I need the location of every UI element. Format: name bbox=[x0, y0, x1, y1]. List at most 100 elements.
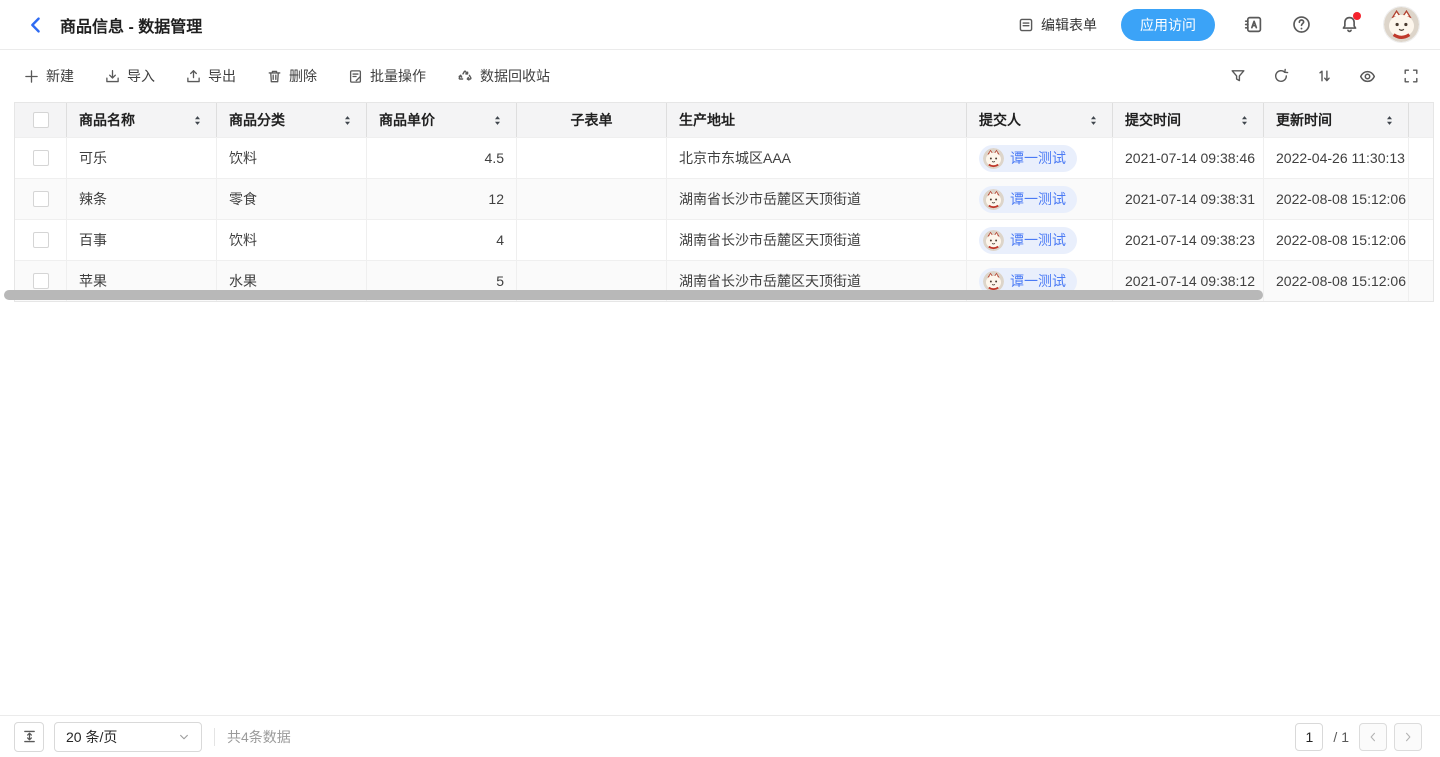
cell-spacer bbox=[1409, 261, 1433, 301]
notifications-button[interactable] bbox=[1340, 15, 1359, 34]
column-header-address[interactable]: 生产地址 bbox=[667, 103, 967, 137]
chevron-left-icon bbox=[1367, 731, 1379, 743]
cell-submit-time: 2021-07-14 09:38:23 bbox=[1113, 220, 1264, 260]
submitter-chip: 谭一测试 bbox=[979, 186, 1077, 213]
trash-icon bbox=[267, 69, 282, 84]
chevron-right-icon bbox=[1402, 731, 1414, 743]
visibility-eye-icon bbox=[1359, 68, 1376, 85]
filter-icon bbox=[1230, 68, 1246, 84]
cell-submitter: 谭一测试 bbox=[967, 220, 1113, 260]
fullscreen-icon bbox=[1403, 68, 1419, 84]
current-page-box[interactable]: 1 bbox=[1295, 723, 1323, 751]
row-height-button[interactable] bbox=[14, 722, 44, 752]
cell-spacer bbox=[1409, 220, 1433, 260]
top-bar: 商品信息 - 数据管理 编辑表单 应用访问 bbox=[0, 0, 1440, 50]
edit-form-button[interactable]: 编辑表单 bbox=[1018, 15, 1097, 35]
data-table: 商品名称 商品分类 商品单价 子表单 生产地址 提交人 提交时间 更新时间 bbox=[14, 102, 1434, 302]
filter-button[interactable] bbox=[1230, 68, 1246, 84]
column-header-update-time[interactable]: 更新时间 bbox=[1264, 103, 1409, 137]
column-label: 商品分类 bbox=[229, 110, 285, 130]
column-header-name[interactable]: 商品名称 bbox=[67, 103, 217, 137]
bottom-bar: 20 条/页 共4条数据 1 / 1 bbox=[0, 715, 1440, 757]
table-row[interactable]: 百事 饮料 4 湖南省长沙市岳麓区天顶街道 谭一测试 2021-07-14 09… bbox=[15, 219, 1433, 260]
cell-update-time: 2022-08-08 15:12:06 bbox=[1264, 220, 1409, 260]
prev-page-button[interactable] bbox=[1359, 723, 1387, 751]
cell-price: 12 bbox=[367, 179, 517, 219]
sort-caret-icon[interactable] bbox=[1087, 114, 1100, 127]
sort-icon bbox=[1316, 68, 1332, 84]
column-header-price[interactable]: 商品单价 bbox=[367, 103, 517, 137]
cell-submit-time: 2021-07-14 09:38:31 bbox=[1113, 179, 1264, 219]
column-header-subform[interactable]: 子表单 bbox=[517, 103, 667, 137]
recycle-bin-label: 数据回收站 bbox=[480, 66, 550, 86]
back-button[interactable] bbox=[26, 15, 46, 35]
row-checkbox[interactable] bbox=[33, 273, 49, 289]
new-button[interactable]: 新建 bbox=[24, 66, 74, 86]
submitter-name: 谭一测试 bbox=[1010, 189, 1066, 209]
edit-form-label: 编辑表单 bbox=[1041, 15, 1097, 35]
cell-name: 辣条 bbox=[67, 179, 217, 219]
sort-caret-icon[interactable] bbox=[341, 114, 354, 127]
column-label: 提交人 bbox=[979, 110, 1021, 130]
batch-operation-button[interactable]: 批量操作 bbox=[348, 66, 426, 86]
column-label: 生产地址 bbox=[679, 110, 735, 130]
cell-name: 百事 bbox=[67, 220, 217, 260]
submitter-name: 谭一测试 bbox=[1010, 271, 1066, 291]
column-label: 商品单价 bbox=[379, 110, 435, 130]
cell-category: 饮料 bbox=[217, 220, 367, 260]
page-size-value: 20 条/页 bbox=[66, 727, 117, 747]
column-header-category[interactable]: 商品分类 bbox=[217, 103, 367, 137]
column-header-spacer bbox=[1409, 103, 1433, 137]
select-all-cell bbox=[15, 103, 67, 137]
sort-caret-icon[interactable] bbox=[191, 114, 204, 127]
next-page-button[interactable] bbox=[1394, 723, 1422, 751]
form-icon bbox=[1018, 17, 1034, 33]
column-label: 更新时间 bbox=[1276, 110, 1332, 130]
submitter-name: 谭一测试 bbox=[1010, 148, 1066, 168]
export-button[interactable]: 导出 bbox=[186, 66, 236, 86]
table-header-row: 商品名称 商品分类 商品单价 子表单 生产地址 提交人 提交时间 更新时间 bbox=[15, 103, 1433, 137]
cell-update-time: 2022-04-26 11:30:13 bbox=[1264, 138, 1409, 178]
page-size-select[interactable]: 20 条/页 bbox=[54, 722, 202, 752]
cell-address: 湖南省长沙市岳麓区天顶街道 bbox=[667, 179, 967, 219]
submitter-chip: 谭一测试 bbox=[979, 145, 1077, 172]
back-chevron-icon bbox=[26, 15, 46, 35]
chevron-down-icon bbox=[178, 731, 190, 743]
help-button[interactable] bbox=[1292, 15, 1311, 34]
delete-button[interactable]: 删除 bbox=[267, 66, 317, 86]
sort-caret-icon[interactable] bbox=[1238, 114, 1251, 127]
column-header-submitter[interactable]: 提交人 bbox=[967, 103, 1113, 137]
refresh-button[interactable] bbox=[1273, 68, 1289, 84]
sort-caret-icon[interactable] bbox=[491, 114, 504, 127]
column-label: 子表单 bbox=[571, 110, 613, 130]
cell-spacer bbox=[1409, 138, 1433, 178]
row-checkbox[interactable] bbox=[33, 232, 49, 248]
fullscreen-button[interactable] bbox=[1403, 68, 1419, 84]
batch-operation-label: 批量操作 bbox=[370, 66, 426, 86]
batch-edit-icon bbox=[348, 69, 363, 84]
select-all-checkbox[interactable] bbox=[33, 112, 49, 128]
cell-name: 可乐 bbox=[67, 138, 217, 178]
import-button[interactable]: 导入 bbox=[105, 66, 155, 86]
column-label: 提交时间 bbox=[1125, 110, 1181, 130]
table-row[interactable]: 可乐 饮料 4.5 北京市东城区AAA 谭一测试 2021-07-14 09:3… bbox=[15, 137, 1433, 178]
recycle-bin-button[interactable]: 数据回收站 bbox=[457, 66, 550, 86]
user-avatar[interactable] bbox=[1384, 7, 1419, 42]
cell-update-time: 2022-08-08 15:12:06 bbox=[1264, 261, 1409, 301]
column-header-submit-time[interactable]: 提交时间 bbox=[1113, 103, 1264, 137]
cell-spacer bbox=[1409, 179, 1433, 219]
horizontal-scrollbar-thumb[interactable] bbox=[4, 290, 1263, 300]
contacts-button[interactable] bbox=[1244, 15, 1263, 34]
row-checkbox[interactable] bbox=[33, 150, 49, 166]
sort-button[interactable] bbox=[1316, 68, 1332, 84]
column-visibility-button[interactable] bbox=[1359, 68, 1376, 85]
table-row[interactable]: 辣条 零食 12 湖南省长沙市岳麓区天顶街道 谭一测试 2021-07-14 0… bbox=[15, 178, 1433, 219]
cell-price: 4.5 bbox=[367, 138, 517, 178]
cell-subform bbox=[517, 138, 667, 178]
sort-caret-icon[interactable] bbox=[1383, 114, 1396, 127]
submitter-avatar-icon bbox=[983, 189, 1004, 210]
row-select-cell bbox=[15, 179, 67, 219]
cell-subform bbox=[517, 179, 667, 219]
app-access-button[interactable]: 应用访问 bbox=[1121, 9, 1215, 41]
row-checkbox[interactable] bbox=[33, 191, 49, 207]
